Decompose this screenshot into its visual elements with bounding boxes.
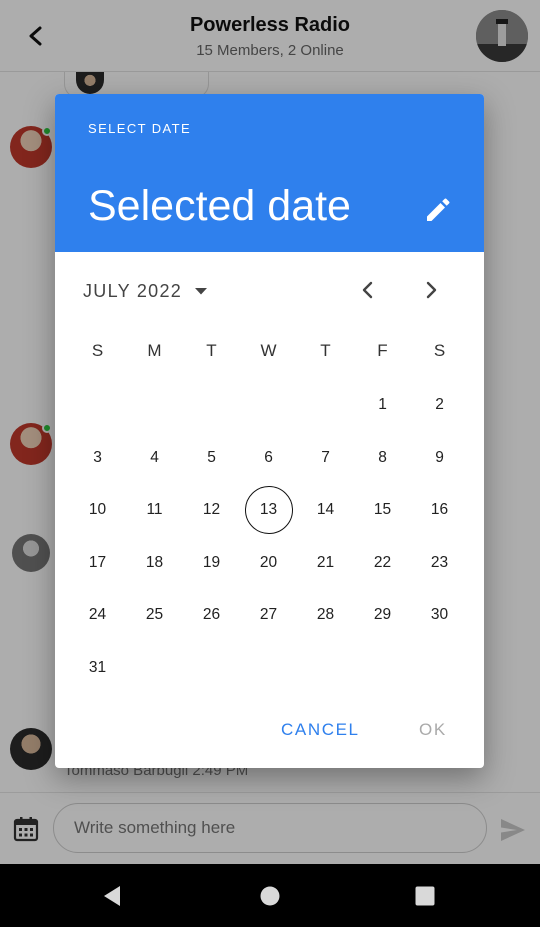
triangle-back-icon [104, 886, 120, 906]
calendar-day[interactable]: 18 [126, 537, 183, 590]
edit-input-mode-button[interactable] [422, 194, 454, 226]
calendar-day[interactable]: 30 [411, 589, 468, 642]
empty-day-cell [126, 379, 183, 432]
next-month-button[interactable] [415, 274, 447, 306]
empty-day-cell [240, 379, 297, 432]
month-navigation: JULY 2022 [55, 252, 484, 328]
empty-day-cell [183, 379, 240, 432]
weekday-label: M [147, 341, 162, 360]
calendar-day[interactable]: 25 [126, 589, 183, 642]
calendar-day[interactable]: 6 [240, 432, 297, 485]
pencil-icon [427, 198, 450, 221]
calendar-day[interactable]: 14 [297, 484, 354, 537]
empty-day-cell [297, 379, 354, 432]
calendar-day[interactable]: 1 [354, 379, 411, 432]
weekday-header-row: SMTWTFS [69, 341, 468, 361]
calendar-day-selected[interactable]: 13 [240, 484, 297, 537]
calendar-day[interactable]: 22 [354, 537, 411, 590]
system-nav-bar [0, 864, 540, 927]
calendar-day[interactable]: 9 [411, 432, 468, 485]
calendar-day[interactable]: 28 [297, 589, 354, 642]
calendar-day[interactable]: 26 [183, 589, 240, 642]
calendar-day[interactable]: 10 [69, 484, 126, 537]
calendar-day[interactable]: 8 [354, 432, 411, 485]
weekday-label: F [377, 341, 388, 360]
weekday-label: S [433, 341, 446, 360]
calendar-day[interactable]: 23 [411, 537, 468, 590]
weekday-label: S [91, 341, 104, 360]
calendar-day[interactable]: 15 [354, 484, 411, 537]
calendar-day[interactable]: 16 [411, 484, 468, 537]
month-year-dropdown[interactable]: JULY 2022 [83, 276, 208, 306]
calendar-day[interactable]: 24 [69, 589, 126, 642]
nav-home-button[interactable] [254, 880, 286, 912]
calendar-day[interactable]: 7 [297, 432, 354, 485]
calendar-day[interactable]: 27 [240, 589, 297, 642]
nav-recents-button[interactable] [409, 880, 441, 912]
calendar-day[interactable]: 5 [183, 432, 240, 485]
calendar-day[interactable]: 19 [183, 537, 240, 590]
dialog-header: SELECT DATE Selected date [55, 94, 484, 252]
weekday-label: W [260, 341, 277, 360]
circle-home-icon [260, 886, 280, 906]
calendar-day[interactable]: 20 [240, 537, 297, 590]
selected-date-heading: Selected date [88, 182, 351, 230]
calendar-day[interactable]: 11 [126, 484, 183, 537]
calendar-day[interactable]: 31 [69, 642, 126, 695]
dialog-actions: CANCEL OK [55, 712, 484, 752]
calendar-day[interactable]: 3 [69, 432, 126, 485]
triangle-down-icon [195, 288, 208, 295]
calendar-day[interactable]: 12 [183, 484, 240, 537]
calendar-day-grid: 1 2 3 4 5 6 7 8 9 10 11 12 13 14 15 16 17 18 19 20 21 22 23 24 2… [69, 379, 468, 694]
cancel-button[interactable]: CANCEL [281, 720, 360, 740]
chevron-right-icon [426, 281, 437, 299]
weekday-label: T [206, 341, 217, 360]
calendar-day[interactable]: 17 [69, 537, 126, 590]
calendar-day[interactable]: 29 [354, 589, 411, 642]
empty-day-cell [69, 379, 126, 432]
weekday-label: T [320, 341, 331, 360]
calendar-day[interactable]: 21 [297, 537, 354, 590]
nav-back-button[interactable] [96, 880, 128, 912]
ok-button[interactable]: OK [419, 720, 447, 740]
dialog-eyebrow: SELECT DATE [88, 121, 192, 136]
date-picker-dialog: SELECT DATE Selected date JULY 2022 S M … [55, 94, 484, 768]
chevron-left-icon [362, 281, 373, 299]
square-recents-icon [415, 886, 435, 906]
calendar-day[interactable]: 4 [126, 432, 183, 485]
previous-month-button[interactable] [352, 274, 384, 306]
calendar-day[interactable]: 2 [411, 379, 468, 432]
month-year-label: JULY 2022 [83, 280, 183, 301]
